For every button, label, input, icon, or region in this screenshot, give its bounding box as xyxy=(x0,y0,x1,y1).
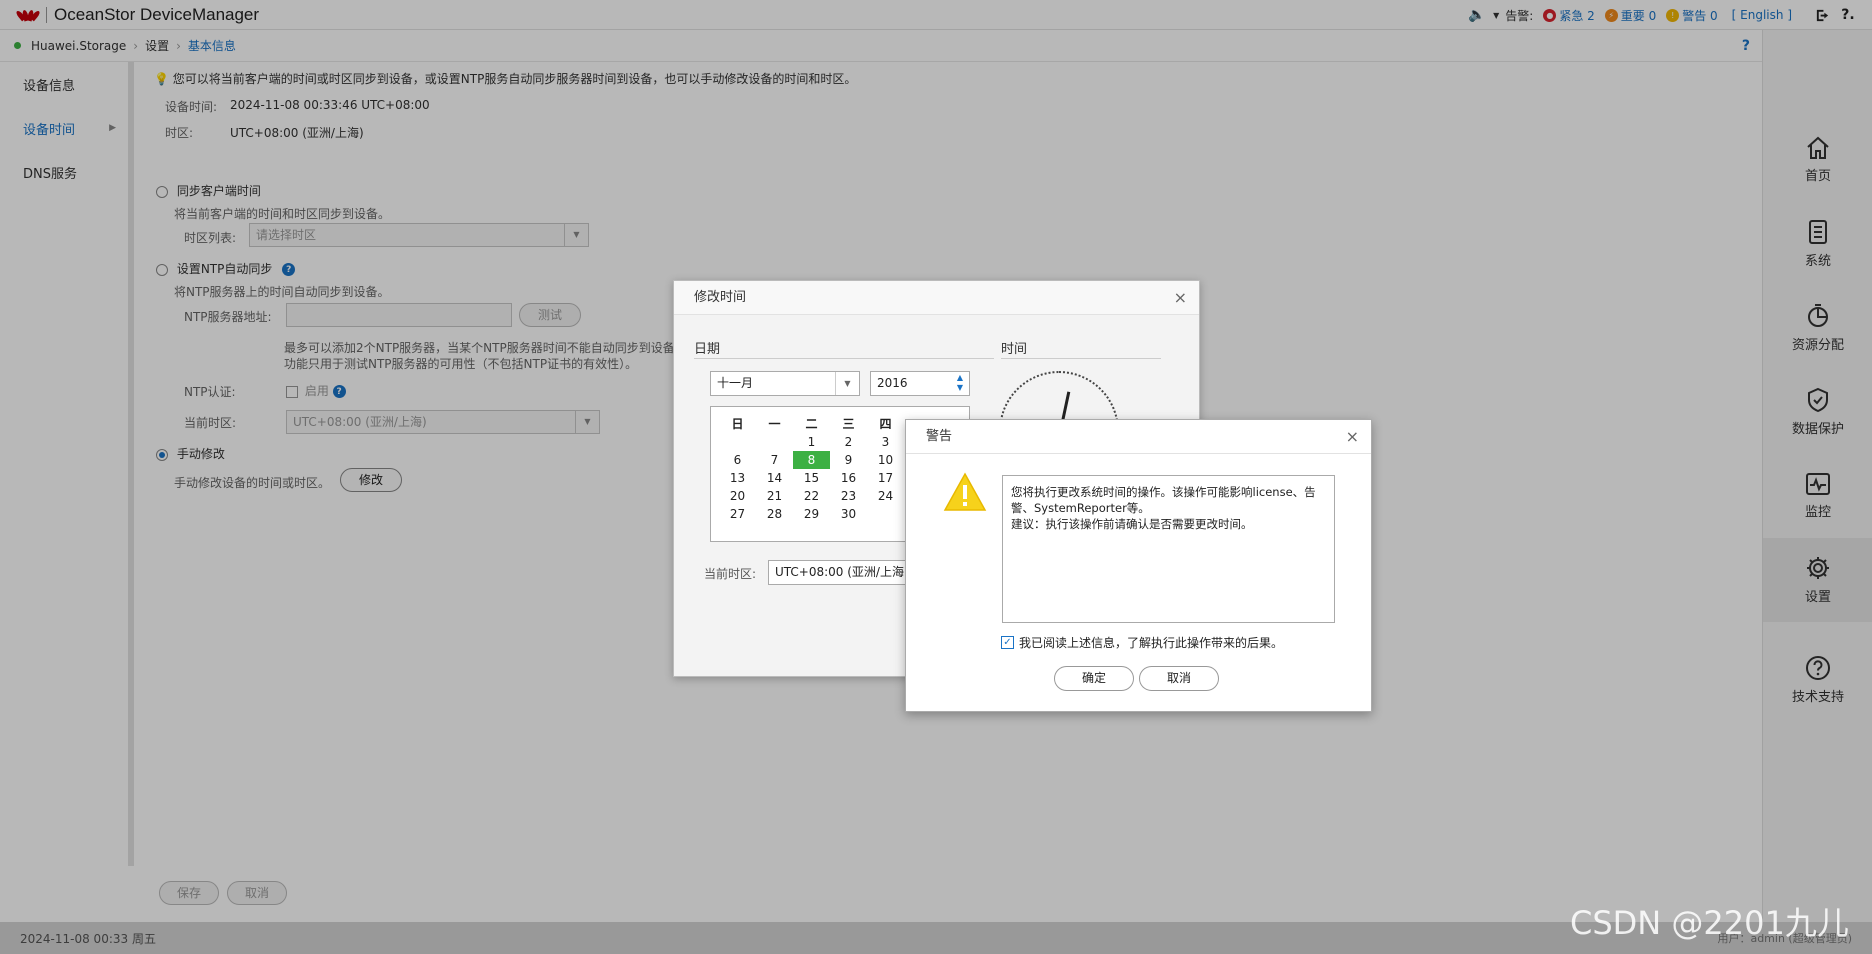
ack-label: 我已阅读上述信息，了解执行此操作带来的后果。 xyxy=(1019,636,1284,650)
calendar-day[interactable]: 17 xyxy=(867,469,904,487)
confirm-button[interactable]: 确定 xyxy=(1054,666,1134,691)
calendar-day[interactable]: 13 xyxy=(719,469,756,487)
weekday-header: 一 xyxy=(768,417,781,431)
year-stepper[interactable]: 2016 ▲ ▼ xyxy=(870,371,970,396)
stepper-arrows-icon[interactable]: ▲ ▼ xyxy=(957,373,963,393)
calendar-day[interactable]: 9 xyxy=(830,451,867,469)
dialog-tz-label: 当前时区: xyxy=(704,567,757,581)
calendar-day[interactable]: 1 xyxy=(793,433,830,451)
calendar-day[interactable]: 10 xyxy=(867,451,904,469)
ack-checkbox[interactable]: ✓ xyxy=(1001,636,1014,649)
warning-cancel-button[interactable]: 取消 xyxy=(1139,666,1219,691)
month-value: 十一月 xyxy=(717,376,754,390)
calendar-day[interactable]: 20 xyxy=(719,487,756,505)
calendar-day[interactable]: 15 xyxy=(793,469,830,487)
warning-dialog: 警告 × 您将执行更改系统时间的操作。该操作可能影响license、告警、Sys… xyxy=(905,419,1372,712)
weekday-header: 二 xyxy=(805,417,818,431)
ack-checkbox-row[interactable]: ✓ 我已阅读上述信息，了解执行此操作带来的后果。 xyxy=(1001,634,1283,651)
calendar-day[interactable]: 29 xyxy=(793,505,830,523)
calendar-day[interactable]: 24 xyxy=(867,487,904,505)
date-divider xyxy=(694,358,994,359)
year-value: 2016 xyxy=(877,376,908,390)
calendar-day[interactable]: 30 xyxy=(830,505,867,523)
warning-message-2: 建议：执行该操作前请确认是否需要更改时间。 xyxy=(1011,517,1253,531)
calendar-blank xyxy=(867,505,904,523)
calendar-day[interactable]: 3 xyxy=(867,433,904,451)
calendar-blank xyxy=(756,433,793,451)
weekday-header: 日 xyxy=(731,417,744,431)
warning-message-box: 您将执行更改系统时间的操作。该操作可能影响license、告警、SystemRe… xyxy=(1002,475,1335,623)
calendar-day[interactable]: 28 xyxy=(756,505,793,523)
date-section-header: 日期 xyxy=(694,342,721,357)
calendar-day[interactable]: 8 xyxy=(793,451,830,469)
calendar-day[interactable]: 27 xyxy=(719,505,756,523)
month-select[interactable]: 十一月 ▼ xyxy=(710,371,860,396)
weekday-header: 三 xyxy=(842,417,855,431)
calendar-day[interactable]: 6 xyxy=(719,451,756,469)
warning-title: 警告 xyxy=(926,429,953,444)
dialog-tz-value: UTC+08:00 (亚洲/上海) xyxy=(775,565,909,579)
time-divider xyxy=(1001,358,1161,359)
chevron-down-icon: ▼ xyxy=(835,372,859,395)
calendar-day[interactable]: 21 xyxy=(756,487,793,505)
warning-message-1: 您将执行更改系统时间的操作。该操作可能影响license、告警、SystemRe… xyxy=(1011,485,1316,515)
watermark: CSDN @2201九儿 xyxy=(1570,904,1849,942)
time-section-header: 时间 xyxy=(1001,342,1028,357)
calendar-day[interactable]: 16 xyxy=(830,469,867,487)
calendar-day[interactable]: 7 xyxy=(756,451,793,469)
warning-title-bar: 警告 × xyxy=(906,420,1371,454)
weekday-header: 四 xyxy=(879,417,892,431)
calendar-day[interactable]: 22 xyxy=(793,487,830,505)
calendar-day[interactable]: 2 xyxy=(830,433,867,451)
dialog-title: 修改时间 xyxy=(694,290,747,305)
calendar-blank xyxy=(719,433,756,451)
calendar-day[interactable]: 14 xyxy=(756,469,793,487)
close-icon[interactable]: × xyxy=(1174,281,1187,315)
warning-triangle-icon xyxy=(943,472,987,511)
close-icon[interactable]: × xyxy=(1346,420,1359,454)
dialog-title-bar: 修改时间 × xyxy=(674,281,1199,315)
calendar-day[interactable]: 23 xyxy=(830,487,867,505)
